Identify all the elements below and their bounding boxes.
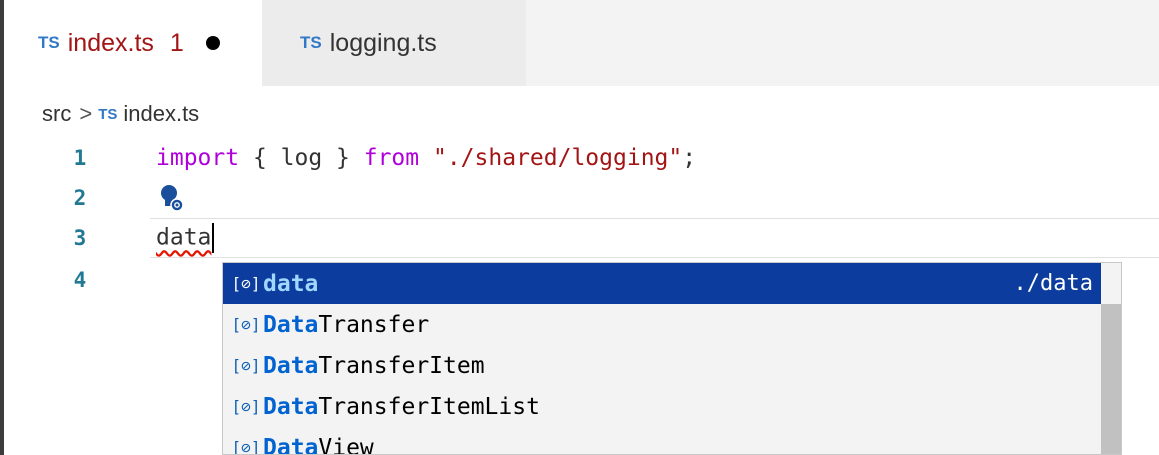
scrollbar-thumb[interactable] bbox=[1101, 304, 1121, 454]
suggestion-detail: ./data bbox=[1013, 271, 1093, 296]
string-literal: "./shared/logging" bbox=[432, 145, 683, 171]
suggestion-rest: TransferItem bbox=[318, 352, 485, 379]
suggestion-rest: TransferItemList bbox=[318, 393, 540, 420]
variable-icon: [⊘] bbox=[231, 438, 261, 455]
lightbulb-icon[interactable] bbox=[158, 183, 184, 213]
suggestion-match: Data bbox=[263, 393, 319, 420]
suggestion-match: Data bbox=[263, 434, 319, 455]
breadcrumb-file[interactable]: index.ts bbox=[123, 101, 199, 127]
code-line-2: 2 bbox=[0, 178, 1159, 218]
code-punctuation: } bbox=[322, 145, 364, 171]
code-text: data bbox=[156, 223, 215, 253]
variable-icon: [⊘] bbox=[231, 315, 261, 334]
keyword: from bbox=[363, 145, 420, 171]
line-number: 1 bbox=[73, 146, 87, 170]
breadcrumb-folder[interactable]: src bbox=[42, 101, 71, 127]
identifier: log bbox=[280, 145, 323, 171]
tab-label: index.ts bbox=[67, 28, 154, 57]
unsaved-dot-icon[interactable] bbox=[205, 36, 220, 50]
chevron-right-icon: > bbox=[79, 101, 93, 126]
suggestion-rest: View bbox=[318, 434, 374, 455]
variable-icon: [⊘] bbox=[231, 397, 261, 416]
line-number: 3 bbox=[73, 226, 87, 250]
variable-icon: [⊘] bbox=[231, 274, 261, 293]
keyword: import bbox=[156, 145, 240, 171]
text-cursor bbox=[212, 223, 215, 253]
tab-label: logging.ts bbox=[329, 28, 437, 57]
tab-logging-ts[interactable]: TS logging.ts bbox=[262, 0, 526, 86]
suggestion-rest: Transfer bbox=[318, 311, 430, 338]
tab-index-ts[interactable]: TS index.ts 1 bbox=[4, 0, 262, 86]
code-punctuation: ; bbox=[682, 145, 697, 171]
breadcrumb: src > TS index.ts bbox=[42, 96, 199, 132]
code-text: import { log } from "./shared/logging"; bbox=[156, 145, 696, 171]
error-squiggle-text: data bbox=[156, 224, 212, 251]
code-line-1: 1 import { log } from "./shared/logging"… bbox=[0, 138, 1159, 178]
problem-count-badge: 1 bbox=[169, 28, 184, 57]
suggestion-item[interactable]: [⊘] Data TransferItemList bbox=[223, 386, 1101, 427]
suggestion-scrollbar[interactable] bbox=[1101, 263, 1121, 454]
suggestion-item[interactable]: [⊘] Data View bbox=[223, 427, 1101, 455]
suggestion-item[interactable]: [⊘] data ./data bbox=[223, 263, 1101, 304]
autocomplete-suggestions: [⊘] data ./data [⊘] Data Transfer [⊘] Da… bbox=[222, 262, 1122, 455]
variable-icon: [⊘] bbox=[231, 356, 261, 375]
typescript-file-icon: TS bbox=[98, 105, 118, 123]
line-number: 4 bbox=[73, 268, 87, 292]
suggestion-match: data bbox=[263, 270, 319, 297]
typescript-file-icon: TS bbox=[38, 33, 60, 52]
typescript-file-icon: TS bbox=[300, 33, 322, 52]
suggestion-item[interactable]: [⊘] Data Transfer bbox=[223, 304, 1101, 345]
tab-bar: TS index.ts 1 TS logging.ts bbox=[4, 0, 1159, 86]
code-punctuation: { bbox=[239, 145, 281, 171]
suggestion-match: Data bbox=[263, 311, 319, 338]
suggestion-match: Data bbox=[263, 352, 319, 379]
line-number: 2 bbox=[73, 186, 87, 210]
suggestion-item[interactable]: [⊘] Data TransferItem bbox=[223, 345, 1101, 386]
code-line-3: 3 data bbox=[0, 218, 1159, 258]
